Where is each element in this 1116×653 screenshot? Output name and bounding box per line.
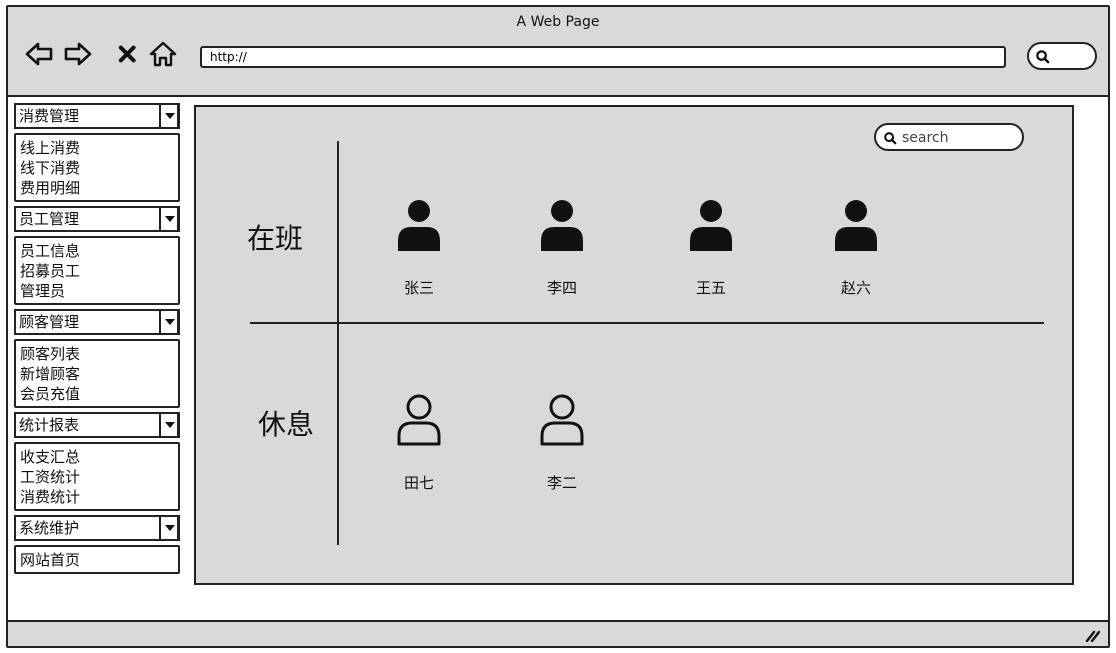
person-name: 王五 (695, 279, 726, 297)
person-name: 李二 (546, 474, 577, 492)
chevron-down-icon[interactable] (159, 412, 179, 438)
menu-select-system[interactable]: 系统维护 (14, 515, 180, 541)
url-input[interactable] (200, 46, 1006, 68)
menu-item-staff-info[interactable]: 员工信息 (20, 241, 178, 261)
menu-list-customers: 顾客列表 新增顾客 会员充值 (14, 339, 180, 408)
row-divider (250, 322, 1044, 324)
search-input[interactable] (900, 128, 1022, 148)
on-duty-label: 在班 (247, 222, 304, 255)
menu-list-reports: 收支汇总 工资统计 消费统计 (14, 442, 180, 511)
menu-item-expense-details[interactable]: 费用明细 (20, 178, 178, 198)
menu-select-label: 系统维护 (19, 519, 80, 537)
close-icon[interactable] (116, 39, 140, 69)
user-filled-icon (835, 200, 877, 251)
person-name: 赵六 (840, 279, 871, 297)
status-bar (8, 620, 1108, 646)
menu-list-consumption: 线上消费 线下消费 费用明细 (14, 133, 180, 202)
user-filled-icon (398, 200, 440, 251)
column-divider (337, 141, 339, 545)
menu-list-staff: 员工信息 招募员工 管理员 (14, 236, 180, 305)
menu-item-member-recharge[interactable]: 会员充值 (20, 384, 178, 404)
chevron-down-icon[interactable] (159, 515, 179, 541)
menu-item-salary-stats[interactable]: 工资统计 (20, 467, 178, 487)
menu-group-consumption: 消费管理 线上消费 线下消费 费用明细 (14, 103, 192, 202)
chevron-down-icon[interactable] (159, 309, 179, 335)
menu-select-label: 统计报表 (19, 416, 80, 434)
menu-item-offline-consumption[interactable]: 线下消费 (20, 158, 178, 178)
person-on-duty[interactable]: 李四 (527, 197, 597, 297)
panel-search[interactable] (874, 123, 1024, 151)
search-icon (884, 132, 897, 145)
user-filled-icon (690, 200, 732, 251)
menu-select-label: 消费管理 (19, 107, 80, 125)
staff-status-panel: 在班 休息 张三 李四 王五 赵六 田七 (194, 105, 1074, 585)
browser-toolbar: A Web Page (8, 7, 1108, 97)
resting-label: 休息 (258, 408, 315, 441)
menu-list-system: 网站首页 (14, 545, 180, 574)
menu-select-reports[interactable]: 统计报表 (14, 412, 180, 438)
menu-item-recruit-staff[interactable]: 招募员工 (20, 261, 178, 281)
menu-item-site-home[interactable]: 网站首页 (20, 550, 178, 570)
user-outline-icon (540, 394, 584, 446)
person-name: 李四 (546, 279, 577, 297)
menu-item-add-customer[interactable]: 新增顾客 (20, 364, 178, 384)
window-title: A Web Page (516, 14, 600, 30)
menu-select-consumption[interactable]: 消费管理 (14, 103, 180, 129)
user-filled-icon (541, 200, 583, 251)
person-resting[interactable]: 李二 (527, 392, 597, 492)
menu-select-label: 顾客管理 (19, 313, 80, 331)
resize-grip-icon[interactable] (1084, 626, 1100, 642)
menu-item-consumption-stats[interactable]: 消费统计 (20, 487, 178, 507)
menu-item-online-consumption[interactable]: 线上消费 (20, 138, 178, 158)
person-on-duty[interactable]: 王五 (676, 197, 746, 297)
menu-group-customers: 顾客管理 顾客列表 新增顾客 会员充值 (14, 309, 192, 408)
menu-item-customer-list[interactable]: 顾客列表 (20, 344, 178, 364)
person-name: 田七 (403, 474, 434, 492)
menu-group-system: 系统维护 网站首页 (14, 515, 192, 574)
forward-arrow-icon[interactable] (63, 39, 93, 69)
menu-item-income-summary[interactable]: 收支汇总 (20, 447, 178, 467)
browser-search-button[interactable] (1027, 42, 1097, 70)
search-icon (1036, 50, 1050, 64)
chevron-down-icon[interactable] (159, 206, 179, 232)
menu-select-customers[interactable]: 顾客管理 (14, 309, 180, 335)
person-on-duty[interactable]: 张三 (384, 197, 454, 297)
sidebar-menu: 消费管理 线上消费 线下消费 费用明细 员工管理 员工信息 招募员工 管理员 顾… (14, 103, 192, 578)
person-name: 张三 (403, 279, 434, 297)
menu-select-staff[interactable]: 员工管理 (14, 206, 180, 232)
back-arrow-icon[interactable] (24, 39, 54, 69)
person-on-duty[interactable]: 赵六 (821, 197, 891, 297)
user-outline-icon (397, 394, 441, 446)
menu-item-administrator[interactable]: 管理员 (20, 281, 178, 301)
menu-group-reports: 统计报表 收支汇总 工资统计 消费统计 (14, 412, 192, 511)
menu-group-staff: 员工管理 员工信息 招募员工 管理员 (14, 206, 192, 305)
chevron-down-icon[interactable] (159, 103, 179, 129)
home-icon[interactable] (148, 39, 178, 69)
person-resting[interactable]: 田七 (384, 392, 454, 492)
menu-select-label: 员工管理 (19, 210, 80, 228)
